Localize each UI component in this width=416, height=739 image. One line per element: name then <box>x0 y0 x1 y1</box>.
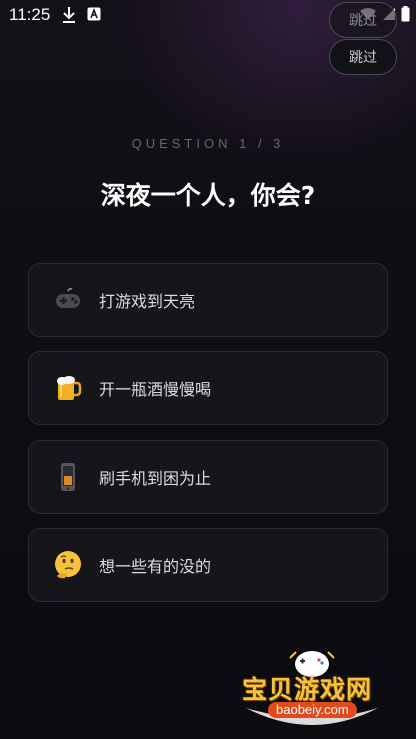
download-icon <box>63 7 75 23</box>
option-1[interactable]: 打游戏到天亮 <box>28 263 388 337</box>
status-time: 11:25 <box>9 5 51 24</box>
option-3[interactable]: 刷手机到困为止 <box>28 440 388 514</box>
watermark-title: 宝贝游戏网 <box>242 675 373 704</box>
option-label: 开一瓶酒慢慢喝 <box>99 380 212 399</box>
thinking-face-icon <box>55 551 81 579</box>
skip-button[interactable]: 跳过 <box>329 39 397 75</box>
option-label: 打游戏到天亮 <box>99 292 196 311</box>
accessibility-a-icon <box>87 7 101 21</box>
watermark-url: baobeiy.com <box>268 702 357 718</box>
beer-mug-icon <box>57 376 82 400</box>
question-progress: QUESTION 1 / 3 <box>131 136 285 151</box>
mobile-phone-icon <box>61 463 75 491</box>
skip-button-shadow: 跳过 <box>329 2 397 38</box>
question-title: 深夜一个人，你会? <box>100 181 316 210</box>
option-2[interactable]: 开一瓶酒慢慢喝 <box>28 351 388 425</box>
watermark-logo: 宝贝游戏网 baobeiy.com <box>236 640 392 736</box>
game-controller-icon <box>56 288 80 308</box>
skip-label: 跳过 <box>349 50 377 66</box>
option-4[interactable]: 想一些有的没的 <box>28 528 388 602</box>
option-label: 刷手机到困为止 <box>99 469 212 488</box>
option-label: 想一些有的没的 <box>99 557 212 576</box>
battery-icon <box>401 6 410 22</box>
skip-label-shadow: 跳过 <box>349 13 377 29</box>
